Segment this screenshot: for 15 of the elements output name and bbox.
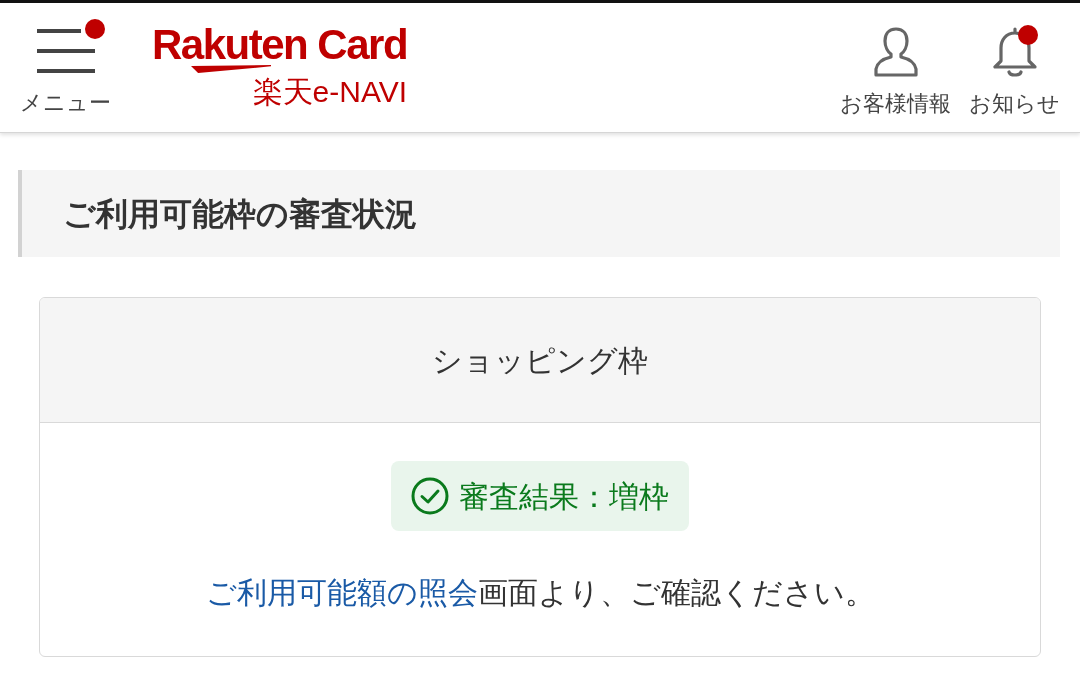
user-icon: [873, 27, 918, 77]
menu-button[interactable]: メニュー: [20, 19, 111, 116]
service-name: 楽天e-NAVI: [252, 75, 408, 109]
message-text: ご利用可能額の照会画面より、ご確認ください。: [205, 575, 875, 611]
logo-link[interactable]: Rakuten Card 楽天e-NAVI: [152, 27, 408, 109]
menu-icon: [36, 29, 95, 75]
bell-icon: [991, 27, 1038, 79]
limit-inquiry-link[interactable]: ご利用可能額の照会: [205, 576, 478, 609]
section-heading: ご利用可能枠の審査状況: [18, 170, 1060, 257]
card-header: ショッピング枠: [40, 298, 1040, 423]
status-text: 審査結果：増枠: [459, 478, 669, 515]
notifications-button[interactable]: お知らせ: [969, 27, 1060, 117]
account-button[interactable]: お客様情報: [840, 27, 951, 117]
check-circle-icon: [411, 477, 449, 515]
brand-logo-text: Rakuten Card: [152, 27, 408, 63]
